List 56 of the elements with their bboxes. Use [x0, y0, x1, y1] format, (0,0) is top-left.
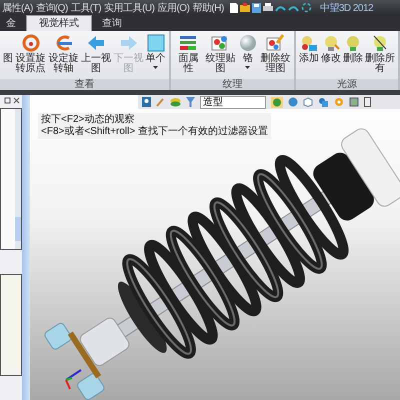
filter-field[interactable]: 造型 — [200, 96, 266, 108]
menu-item[interactable]: 属性(A) — [2, 0, 33, 14]
caret-icon — [245, 66, 250, 69]
group-label: 光源 — [336, 79, 357, 90]
group-label: 纹理 — [222, 79, 242, 90]
cube-outline-icon[interactable] — [303, 97, 313, 107]
menu-item[interactable]: 帮助(H) — [192, 0, 224, 14]
menu-item[interactable]: 实用工具(U) — [104, 0, 154, 14]
shapes-icon[interactable] — [318, 97, 329, 107]
ribbon-button[interactable]: 删除纹理图 — [260, 33, 291, 74]
ribbon-button[interactable]: 纹理贴图 — [204, 33, 236, 74]
tab[interactable]: 查询 — [96, 16, 128, 31]
menu-item[interactable]: 应用(O) — [157, 0, 190, 14]
group-label: 查看 — [74, 79, 94, 90]
rotate-icon — [20, 33, 40, 53]
layers-icon[interactable] — [170, 97, 181, 107]
hint-text: <F8>或者<Shift+roll> 查找下一个有效的过滤器设置 — [41, 126, 268, 138]
hint-text: 按下<F2>动态的观察 — [41, 114, 136, 126]
close-icon[interactable] — [13, 97, 20, 104]
tab[interactable]: 视觉样式 — [26, 15, 92, 31]
ribbon-button[interactable]: 删除所有 — [364, 33, 395, 74]
ribbon-button[interactable]: 单个 — [146, 33, 166, 71]
menu-item[interactable]: 查询(Q) — [36, 0, 68, 14]
save-icon[interactable] — [252, 2, 261, 12]
caret-icon — [153, 66, 158, 69]
texture-pencil-icon — [265, 33, 286, 53]
ribbon-button[interactable]: 铬 — [238, 33, 258, 71]
arrow-right-icon — [118, 33, 139, 53]
ribbon-button[interactable]: 修改 — [320, 33, 341, 64]
print-icon[interactable] — [262, 3, 273, 12]
frame-icon[interactable] — [349, 97, 359, 107]
new-file-icon[interactable] — [230, 2, 238, 12]
file-icon[interactable] — [364, 97, 371, 107]
folder-icon[interactable] — [240, 3, 250, 12]
ribbon-button[interactable]: 添加 — [298, 33, 319, 64]
ribbon-button[interactable]: 删除 — [342, 33, 363, 64]
filter-icon[interactable] — [186, 97, 195, 107]
pin-icon[interactable] — [4, 97, 11, 104]
undo-icon[interactable] — [274, 4, 286, 12]
crosshair-icon[interactable] — [300, 2, 312, 13]
square-icon — [146, 33, 166, 53]
ribbon-button[interactable]: 面属性 — [174, 33, 203, 74]
rotate-axis-icon — [54, 33, 74, 53]
ribbon-button[interactable]: 上一视图 — [81, 33, 112, 74]
redo-icon[interactable] — [288, 4, 299, 12]
ribbon-button[interactable]: 设定旋转轴 — [48, 33, 79, 74]
arrow-left-icon — [86, 33, 106, 53]
sphere-icon[interactable] — [271, 96, 283, 108]
ribbon-button[interactable]: 图 — [3, 54, 13, 64]
menu-item[interactable]: 工具(T) — [70, 0, 102, 14]
sphere-icon — [238, 33, 258, 53]
scrollbar-thumb[interactable] — [15, 217, 21, 241]
app-title: 中望3D 2012 — [320, 2, 374, 14]
color-stripes-icon — [178, 33, 198, 53]
tab[interactable]: 金 — [0, 16, 22, 31]
ribbon-button[interactable]: 设置旋转原点 — [15, 33, 46, 74]
